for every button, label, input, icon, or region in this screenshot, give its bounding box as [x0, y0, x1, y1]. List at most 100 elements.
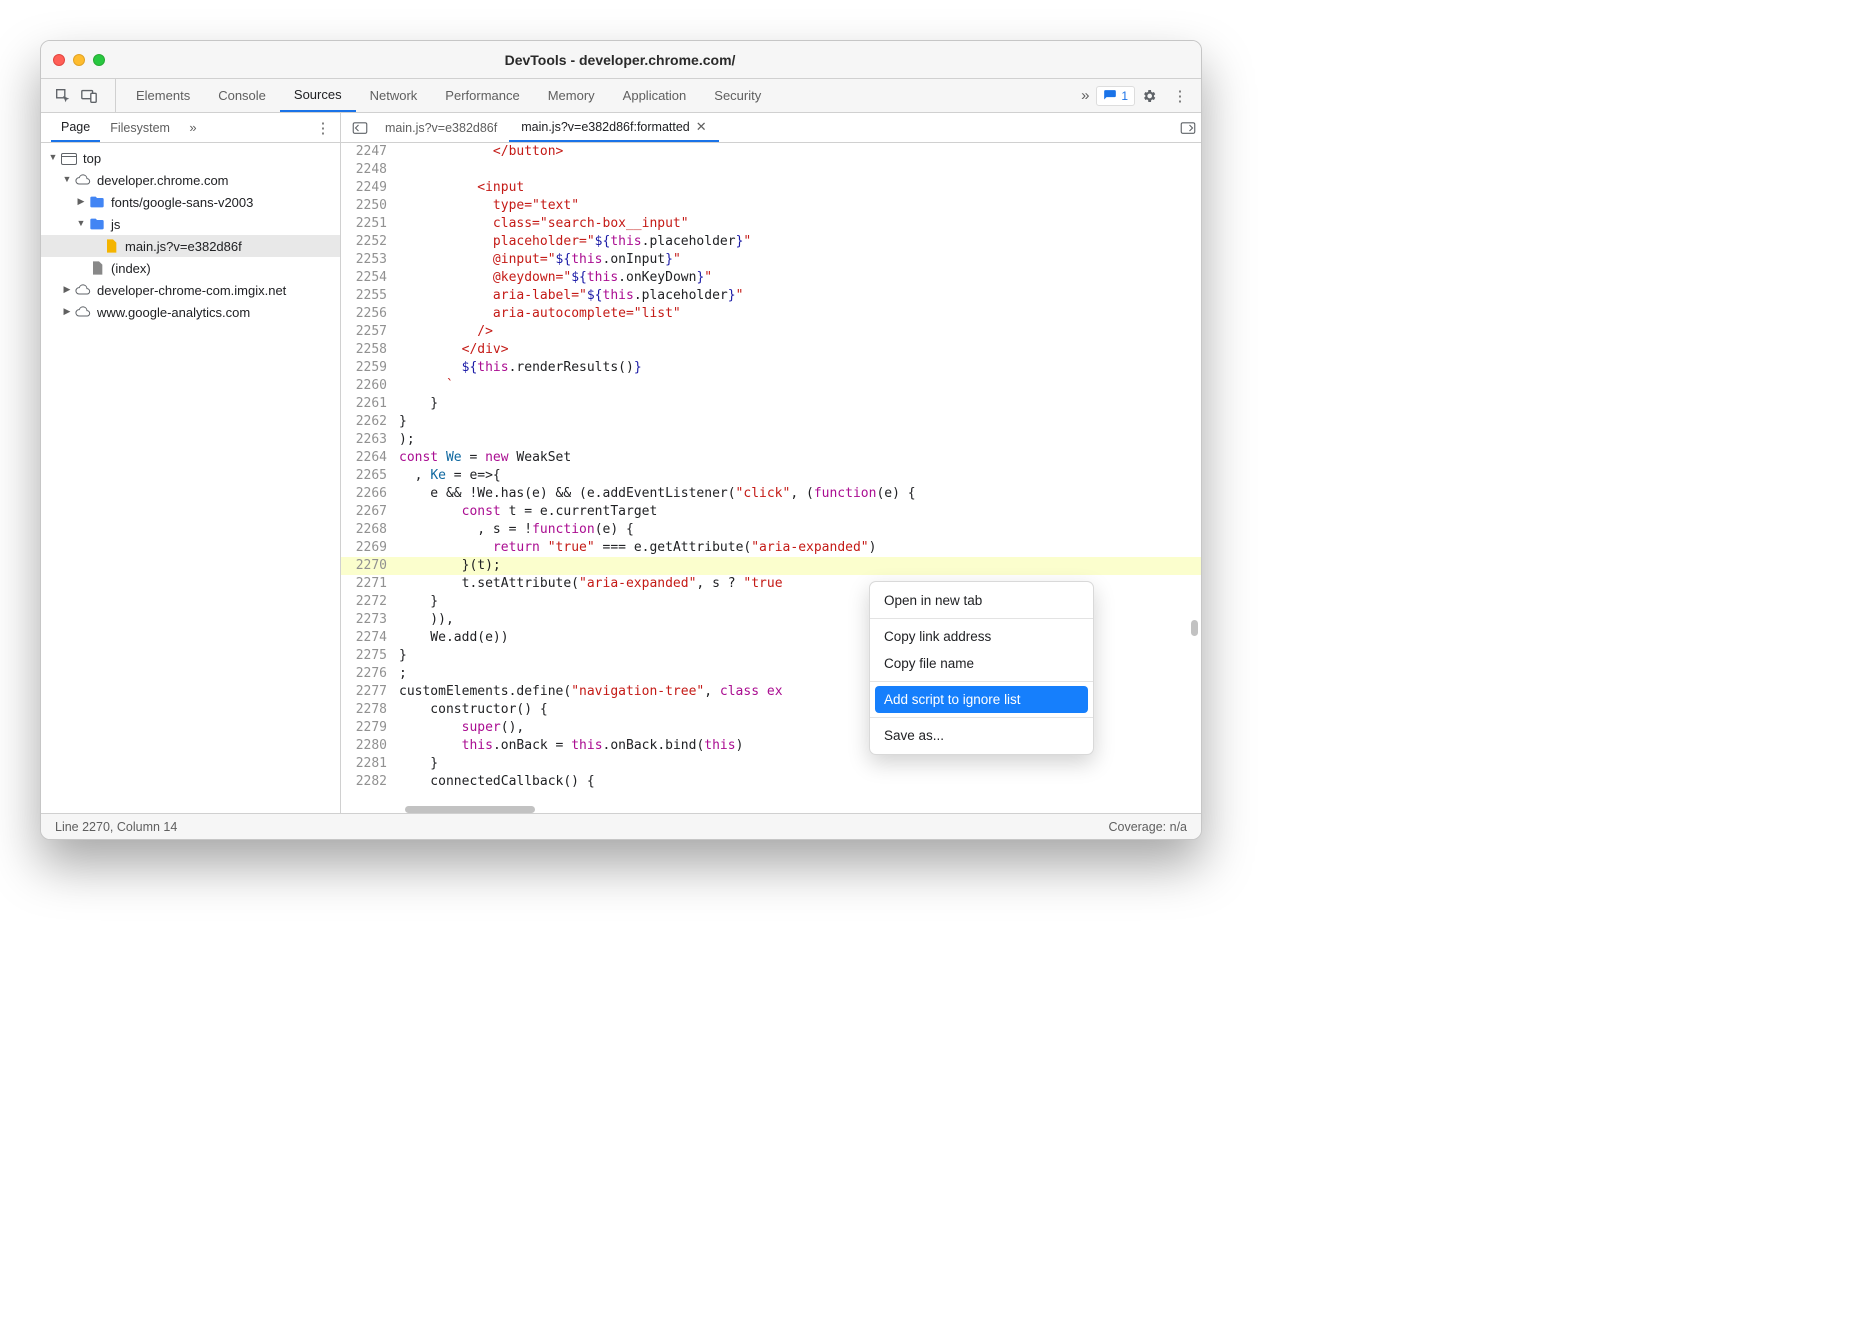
line-number[interactable]: 2276 [341, 665, 397, 683]
context-menu-item[interactable]: Add script to ignore list [875, 686, 1088, 713]
context-menu-item[interactable]: Save as... [870, 722, 1093, 749]
line-number[interactable]: 2249 [341, 179, 397, 197]
line-number[interactable]: 2257 [341, 323, 397, 341]
issues-badge[interactable]: 1 [1096, 86, 1135, 106]
line-number[interactable]: 2254 [341, 269, 397, 287]
line-number[interactable]: 2277 [341, 683, 397, 701]
line-number[interactable]: 2248 [341, 161, 397, 179]
code-line[interactable]: 2281 } [341, 755, 1201, 773]
panel-tab-network[interactable]: Network [356, 79, 432, 112]
code-line[interactable]: 2270 }(t); [341, 557, 1201, 575]
code-line[interactable]: 2267 const t = e.currentTarget [341, 503, 1201, 521]
code-line[interactable]: 2249 <input [341, 179, 1201, 197]
overflow-tabs-icon[interactable]: » [1074, 87, 1096, 104]
code-line[interactable]: 2264const We = new WeakSet [341, 449, 1201, 467]
tree-node-origin[interactable]: ▼ developer.chrome.com [41, 169, 340, 191]
close-tab-icon[interactable]: ✕ [696, 119, 707, 135]
toggle-sidebar-button[interactable] [1175, 119, 1201, 137]
code-line[interactable]: 2252 placeholder="${this.placeholder}" [341, 233, 1201, 251]
scrollbar-thumb[interactable] [1191, 620, 1198, 636]
panel-tab-memory[interactable]: Memory [534, 79, 609, 112]
panel-tab-elements[interactable]: Elements [122, 79, 204, 112]
more-options-icon[interactable]: ⋮ [1169, 87, 1191, 105]
line-number[interactable]: 2279 [341, 719, 397, 737]
line-number[interactable]: 2261 [341, 395, 397, 413]
context-menu-item[interactable]: Copy link address [870, 623, 1093, 650]
file-nav-button[interactable] [347, 119, 373, 137]
code-line[interactable]: 2258 </div> [341, 341, 1201, 359]
code-line[interactable]: 2250 type="text" [341, 197, 1201, 215]
zoom-window-button[interactable] [93, 54, 105, 66]
panel-tab-security[interactable]: Security [700, 79, 775, 112]
code-line[interactable]: 2282 connectedCallback() { [341, 773, 1201, 791]
context-menu-item[interactable]: Open in new tab [870, 587, 1093, 614]
line-number[interactable]: 2264 [341, 449, 397, 467]
code-line[interactable]: 2260 ` [341, 377, 1201, 395]
code-line[interactable]: 2266 e && !We.has(e) && (e.addEventListe… [341, 485, 1201, 503]
line-number[interactable]: 2247 [341, 143, 397, 161]
line-number[interactable]: 2268 [341, 521, 397, 539]
code-line[interactable]: 2263); [341, 431, 1201, 449]
tab-page[interactable]: Page [51, 113, 100, 142]
line-number[interactable]: 2263 [341, 431, 397, 449]
line-number[interactable]: 2278 [341, 701, 397, 719]
tree-node-folder-fonts[interactable]: ▶ fonts/google-sans-v2003 [41, 191, 340, 213]
line-number[interactable]: 2266 [341, 485, 397, 503]
line-number[interactable]: 2255 [341, 287, 397, 305]
code-line[interactable]: 2269 return "true" === e.getAttribute("a… [341, 539, 1201, 557]
line-number[interactable]: 2256 [341, 305, 397, 323]
line-number[interactable]: 2251 [341, 215, 397, 233]
line-number[interactable]: 2260 [341, 377, 397, 395]
device-toolbar-icon[interactable] [79, 86, 99, 106]
line-number[interactable]: 2269 [341, 539, 397, 557]
line-number[interactable]: 2252 [341, 233, 397, 251]
file-tab-mainjs-formatted[interactable]: main.js?v=e382d86f:formatted ✕ [509, 113, 718, 142]
line-number[interactable]: 2280 [341, 737, 397, 755]
tree-node-imgix[interactable]: ▶ developer-chrome-com.imgix.net [41, 279, 340, 301]
tree-node-index[interactable]: (index) [41, 257, 340, 279]
code-line[interactable]: 2262} [341, 413, 1201, 431]
line-number[interactable]: 2267 [341, 503, 397, 521]
code-line[interactable]: 2255 aria-label="${this.placeholder}" [341, 287, 1201, 305]
settings-icon[interactable] [1141, 88, 1163, 104]
code-line[interactable]: 2251 class="search-box__input" [341, 215, 1201, 233]
line-number[interactable]: 2262 [341, 413, 397, 431]
tree-node-mainjs[interactable]: main.js?v=e382d86f [41, 235, 340, 257]
line-number[interactable]: 2253 [341, 251, 397, 269]
navigator-overflow-icon[interactable]: » [180, 120, 202, 135]
file-tab-mainjs[interactable]: main.js?v=e382d86f [373, 113, 509, 142]
minimize-window-button[interactable] [73, 54, 85, 66]
code-line[interactable]: 2254 @keydown="${this.onKeyDown}" [341, 269, 1201, 287]
line-number[interactable]: 2271 [341, 575, 397, 593]
panel-tab-performance[interactable]: Performance [431, 79, 533, 112]
navigator-more-icon[interactable]: ⋮ [312, 119, 334, 137]
code-line[interactable]: 2257 /> [341, 323, 1201, 341]
code-line[interactable]: 2268 , s = !function(e) { [341, 521, 1201, 539]
panel-tab-sources[interactable]: Sources [280, 79, 356, 112]
tree-node-top[interactable]: ▼ top [41, 147, 340, 169]
inspect-element-icon[interactable] [53, 86, 73, 106]
panel-tab-console[interactable]: Console [204, 79, 280, 112]
line-number[interactable]: 2273 [341, 611, 397, 629]
code-line[interactable]: 2259 ${this.renderResults()} [341, 359, 1201, 377]
line-number[interactable]: 2275 [341, 647, 397, 665]
line-number[interactable]: 2265 [341, 467, 397, 485]
horizontal-scrollbar-thumb[interactable] [405, 806, 535, 813]
line-number[interactable]: 2282 [341, 773, 397, 791]
line-number[interactable]: 2270 [341, 557, 397, 575]
code-line[interactable]: 2247 </button> [341, 143, 1201, 161]
line-number[interactable]: 2281 [341, 755, 397, 773]
code-line[interactable]: 2248 [341, 161, 1201, 179]
code-line[interactable]: 2256 aria-autocomplete="list" [341, 305, 1201, 323]
tree-node-folder-js[interactable]: ▼ js [41, 213, 340, 235]
code-line[interactable]: 2265 , Ke = e=>{ [341, 467, 1201, 485]
context-menu-item[interactable]: Copy file name [870, 650, 1093, 677]
line-number[interactable]: 2250 [341, 197, 397, 215]
line-number[interactable]: 2272 [341, 593, 397, 611]
code-line[interactable]: 2253 @input="${this.onInput}" [341, 251, 1201, 269]
line-number[interactable]: 2259 [341, 359, 397, 377]
line-number[interactable]: 2274 [341, 629, 397, 647]
tree-node-ga[interactable]: ▶ www.google-analytics.com [41, 301, 340, 323]
panel-tab-application[interactable]: Application [609, 79, 701, 112]
close-window-button[interactable] [53, 54, 65, 66]
